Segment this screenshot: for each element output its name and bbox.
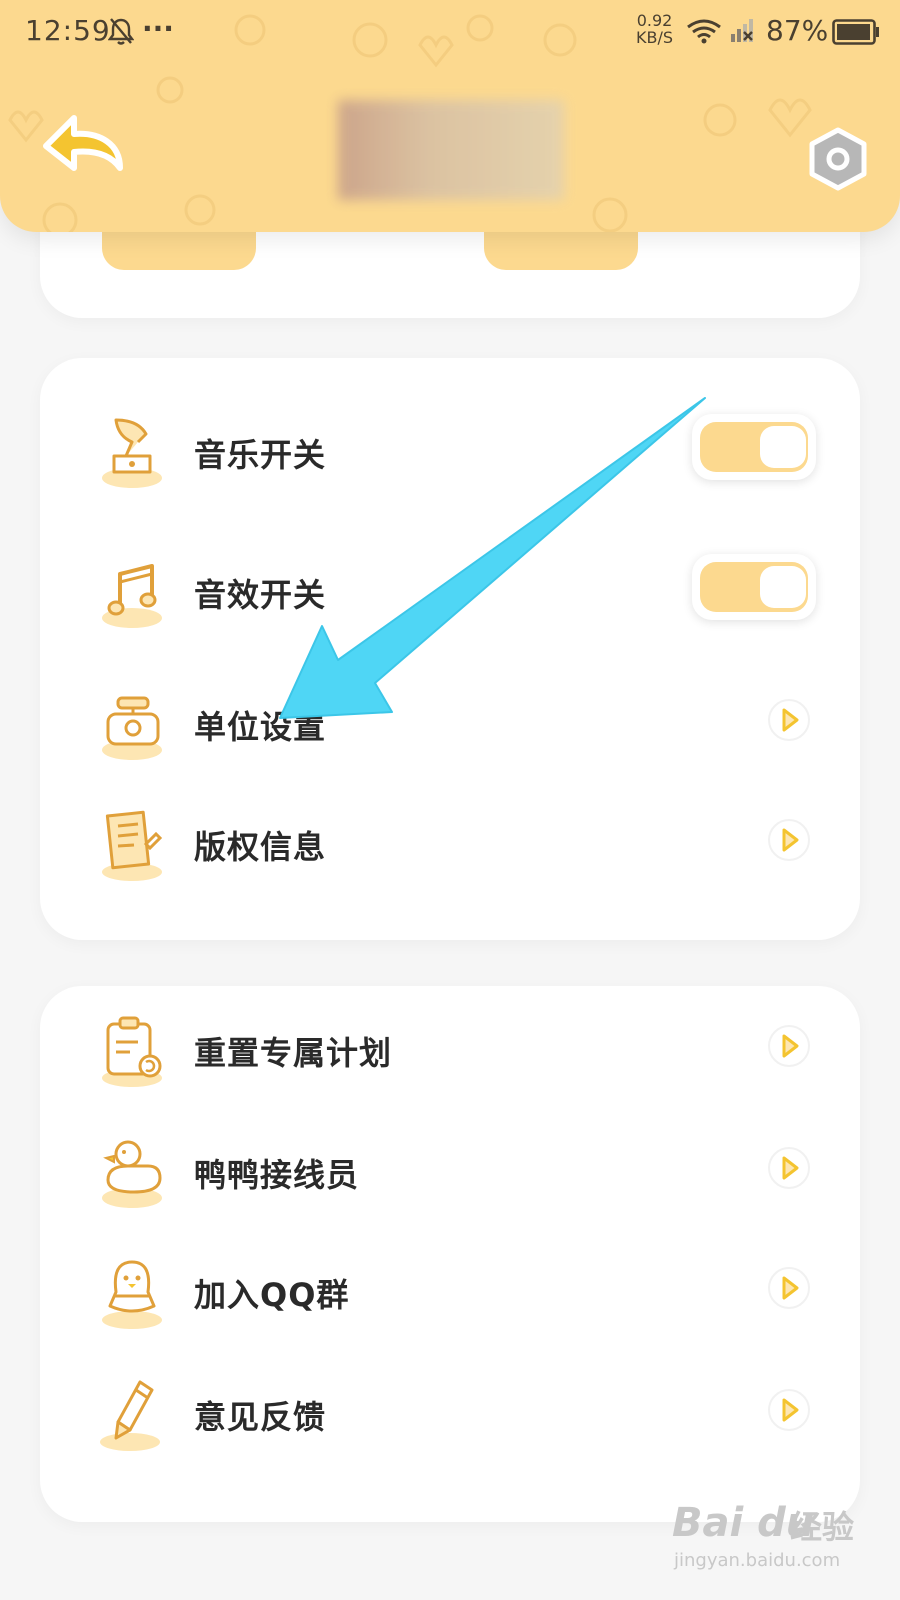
- join-qq-group-row[interactable]: 加入QQ群: [40, 1234, 860, 1344]
- duck-operator-label: 鸭鸭接线员: [194, 1156, 360, 1194]
- status-time: 12:59: [25, 14, 111, 47]
- pencil-icon: [100, 1380, 160, 1451]
- duck-operator-row[interactable]: 鸭鸭接线员: [40, 1114, 860, 1224]
- music-note-icon: [102, 564, 162, 628]
- feedback-label: 意见反馈: [194, 1398, 327, 1436]
- copyright-info-row[interactable]: 版权信息: [40, 786, 860, 896]
- chevron-right-icon[interactable]: [767, 818, 811, 862]
- baidu-watermark: Bai du 经验 jingyan.baidu.com: [672, 1500, 882, 1590]
- battery-percent: 87%: [766, 14, 829, 47]
- sound-effect-toggle-knob: [760, 566, 806, 608]
- copyright-info-label: 版权信息: [194, 828, 327, 866]
- music-toggle[interactable]: [692, 414, 816, 480]
- wifi-icon: [687, 19, 721, 44]
- chevron-right-icon[interactable]: [767, 1146, 811, 1190]
- settings-hex-icon[interactable]: [808, 126, 868, 192]
- network-speed-value: 0.92: [636, 11, 673, 30]
- clipboard-reset-icon: [102, 1016, 162, 1087]
- watermark-brand-cn: 经验: [790, 1508, 855, 1546]
- music-switch-label: 音乐开关: [194, 436, 327, 474]
- settings-card: 音乐开关 音效开关 单位设置 版权信息: [40, 358, 860, 940]
- music-toggle-knob: [760, 426, 806, 468]
- chevron-right-icon[interactable]: [767, 1388, 811, 1432]
- duck-icon: [102, 1140, 162, 1208]
- scale-icon: [102, 696, 162, 760]
- chevron-right-icon[interactable]: [767, 698, 811, 742]
- chevron-right-icon[interactable]: [767, 1024, 811, 1068]
- document-pen-icon: [102, 810, 163, 881]
- join-qq-group-label: 加入QQ群: [194, 1276, 350, 1314]
- battery-icon: [832, 19, 879, 45]
- sound-effect-switch-row[interactable]: 音效开关: [40, 534, 860, 644]
- blurred-title: [338, 100, 564, 200]
- bell-muted-icon: [108, 18, 134, 45]
- feedback-row[interactable]: 意见反馈: [40, 1356, 860, 1466]
- sound-effect-toggle[interactable]: [692, 554, 816, 620]
- reset-plan-label: 重置专属计划: [194, 1034, 393, 1072]
- status-more-icon: ···: [142, 12, 174, 45]
- unit-settings-row[interactable]: 单位设置: [40, 666, 860, 776]
- signal-icon: [731, 19, 753, 42]
- more-card: 重置专属计划 鸭鸭接线员 加入QQ群 意见反馈: [40, 986, 860, 1522]
- top-card-button-left[interactable]: [102, 226, 256, 270]
- music-switch-row[interactable]: 音乐开关: [40, 394, 860, 504]
- chevron-right-icon[interactable]: [767, 1266, 811, 1310]
- penguin-icon: [102, 1260, 162, 1329]
- unit-settings-label: 单位设置: [194, 708, 327, 746]
- network-speed-unit: KB/S: [636, 28, 674, 47]
- network-speed: 0.92 KB/S: [636, 12, 673, 46]
- top-card-button-right[interactable]: [484, 226, 638, 270]
- status-bar: 12:59 ··· 0.92 KB/S 87%: [0, 0, 900, 64]
- watermark-url: jingyan.baidu.com: [674, 1550, 841, 1571]
- reset-plan-row[interactable]: 重置专属计划: [40, 992, 860, 1102]
- app-header: 12:59 ··· 0.92 KB/S 87%: [0, 0, 900, 232]
- back-arrow-icon[interactable]: [38, 108, 128, 178]
- sound-effect-switch-label: 音效开关: [194, 576, 327, 614]
- gramophone-icon: [102, 418, 162, 488]
